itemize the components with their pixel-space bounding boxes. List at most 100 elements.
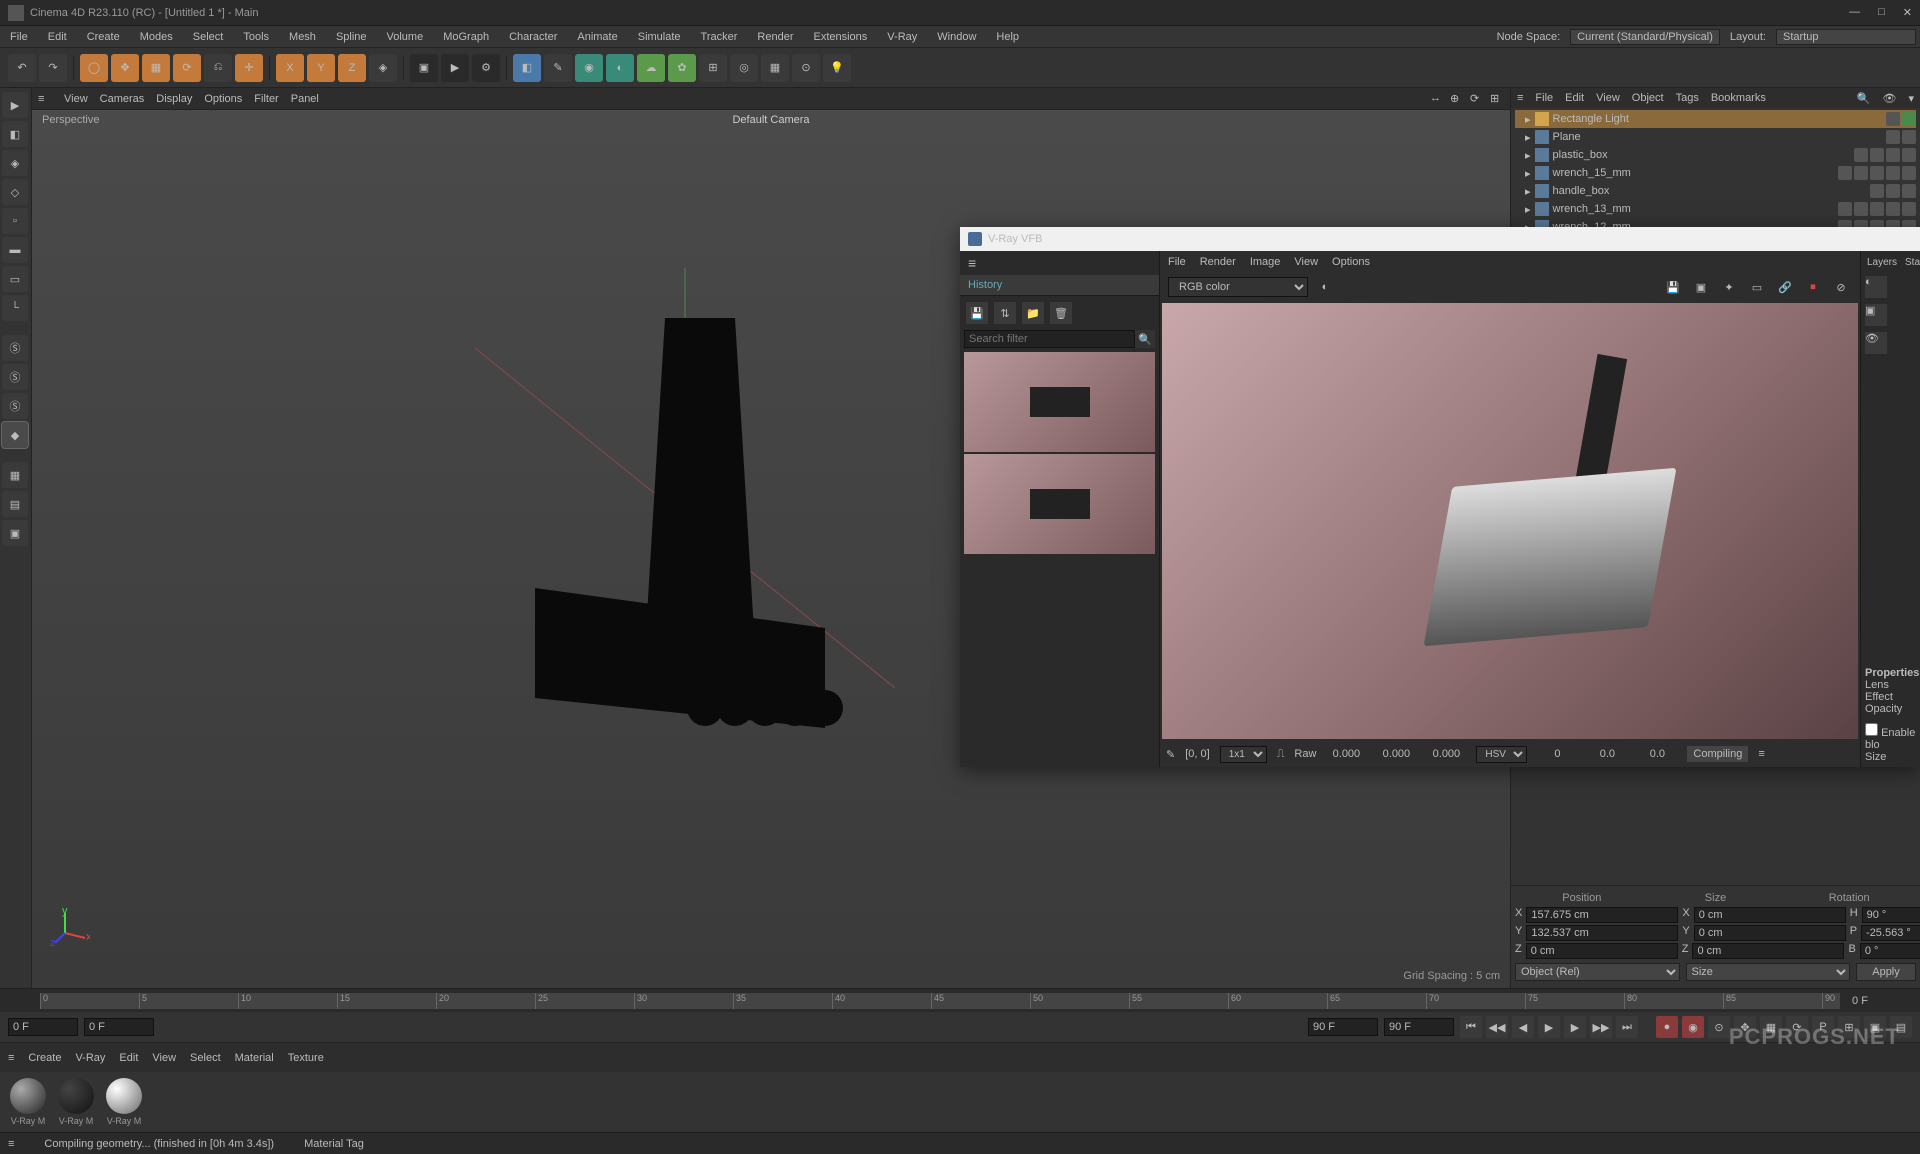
tag-icon[interactable] xyxy=(1886,202,1900,216)
workplane-snap-button[interactable]: ◆ xyxy=(2,422,28,448)
menu-file[interactable]: File xyxy=(0,31,38,43)
mat-view[interactable]: View xyxy=(152,1052,176,1064)
objmgr-filter-icon[interactable]: ▾ xyxy=(1908,92,1914,105)
viewport-hamburger-icon[interactable]: ≡ xyxy=(38,93,52,105)
vfb-layer-tool-1[interactable]: ◐ xyxy=(1865,276,1887,298)
bulb-button[interactable]: 💡 xyxy=(823,54,851,82)
pos-z-input[interactable] xyxy=(1526,943,1678,959)
snap-enable-button[interactable]: Ⓢ xyxy=(2,335,28,361)
vp-menu-panel[interactable]: Panel xyxy=(291,93,319,105)
poly-mode-button[interactable]: ▭ xyxy=(2,266,28,292)
menu-create[interactable]: Create xyxy=(77,31,130,43)
tag-icon[interactable] xyxy=(1886,112,1900,126)
tag-icon[interactable] xyxy=(1854,202,1868,216)
tag-icon[interactable] xyxy=(1870,166,1884,180)
tag-icon[interactable] xyxy=(1886,166,1900,180)
vfb-hsv-select[interactable]: HSV xyxy=(1476,746,1527,763)
render-region-button[interactable]: ▶ xyxy=(441,54,469,82)
menu-edit[interactable]: Edit xyxy=(38,31,77,43)
vfb-layers-tab[interactable]: Layers xyxy=(1865,255,1899,270)
vp-nav-4-icon[interactable]: ⊞ xyxy=(1490,92,1504,106)
menu-tools[interactable]: Tools xyxy=(233,31,279,43)
tag-icon[interactable] xyxy=(1902,112,1916,126)
vfb-layer-tool-3[interactable]: 👁 xyxy=(1865,332,1887,354)
mat-vray[interactable]: V-Ray xyxy=(75,1052,105,1064)
move-tool[interactable]: ✥ xyxy=(111,54,139,82)
solo-button[interactable]: ▤ xyxy=(2,491,28,517)
tag-icon[interactable] xyxy=(1854,166,1868,180)
objmgr-list[interactable]: ▸ Rectangle Light ▸ Plane ▸ plastic_box … xyxy=(1511,108,1920,238)
next-key-button[interactable]: ▶▶ xyxy=(1590,1016,1612,1038)
rot-h-input[interactable] xyxy=(1862,907,1920,923)
frame-preview-start-input[interactable] xyxy=(84,1018,154,1036)
vp-menu-display[interactable]: Display xyxy=(156,93,192,105)
mat-texture[interactable]: Texture xyxy=(288,1052,324,1064)
vfb-curve-icon[interactable]: ⎍ xyxy=(1277,748,1285,761)
vfb-region-icon[interactable]: ✦ xyxy=(1718,276,1740,298)
frame-end-input[interactable] xyxy=(1384,1018,1454,1036)
snap-button[interactable]: ⊙ xyxy=(792,54,820,82)
menu-simulate[interactable]: Simulate xyxy=(628,31,691,43)
vfb-link-icon[interactable]: 🔗 xyxy=(1774,276,1796,298)
tag-icon[interactable] xyxy=(1886,148,1900,162)
material-thumb[interactable]: V-Ray M xyxy=(8,1078,48,1126)
vfb-history-tab[interactable]: History xyxy=(960,275,1159,296)
vfb-picker-icon[interactable]: ✎ xyxy=(1166,748,1175,761)
coord-apply-button[interactable]: Apply xyxy=(1856,963,1916,981)
tag-icon[interactable] xyxy=(1870,148,1884,162)
vp-nav-3-icon[interactable]: ⟳ xyxy=(1470,92,1484,106)
tag-icon[interactable] xyxy=(1854,148,1868,162)
tag-button[interactable]: ◎ xyxy=(730,54,758,82)
vfb-bucket-icon[interactable]: ▣ xyxy=(1690,276,1712,298)
menu-extensions[interactable]: Extensions xyxy=(803,31,877,43)
camera-button[interactable]: ✿ xyxy=(668,54,696,82)
snap-2-button[interactable]: Ⓢ xyxy=(2,364,28,390)
axis-tool[interactable]: ✛ xyxy=(235,54,263,82)
play-button[interactable]: ▶ xyxy=(1538,1016,1560,1038)
vfb-history-thumb[interactable] xyxy=(964,352,1155,452)
vfb-enable-checkbox[interactable] xyxy=(1865,723,1878,736)
status-hamburger-icon[interactable]: ≡ xyxy=(8,1138,14,1150)
obj-row[interactable]: ▸ wrench_15_mm xyxy=(1515,164,1916,182)
tag-icon[interactable] xyxy=(1870,184,1884,198)
render-view-button[interactable]: ▣ xyxy=(410,54,438,82)
size-z-input[interactable] xyxy=(1692,943,1844,959)
menu-spline[interactable]: Spline xyxy=(326,31,377,43)
material-manager[interactable]: V-Ray M V-Ray M V-Ray M xyxy=(0,1072,1920,1132)
vfb-render-view[interactable] xyxy=(1162,303,1858,739)
vp-menu-cameras[interactable]: Cameras xyxy=(100,93,145,105)
deformer-button[interactable]: ◐ xyxy=(606,54,634,82)
key-options-button[interactable]: ⊙ xyxy=(1708,1016,1730,1038)
menu-mesh[interactable]: Mesh xyxy=(279,31,326,43)
obj-row[interactable]: ▸ handle_box xyxy=(1515,182,1916,200)
select-tool[interactable]: ◯ xyxy=(80,54,108,82)
recent-tool[interactable]: ⎌ xyxy=(204,54,232,82)
vp-menu-options[interactable]: Options xyxy=(204,93,242,105)
objmgr-edit[interactable]: Edit xyxy=(1565,92,1584,104)
mat-create[interactable]: Create xyxy=(28,1052,61,1064)
vfb-menu-icon[interactable]: ≡ xyxy=(1758,748,1764,760)
mat-select[interactable]: Select xyxy=(190,1052,221,1064)
objmgr-view[interactable]: View xyxy=(1596,92,1620,104)
workplane-button[interactable]: ◇ xyxy=(2,179,28,205)
objmgr-eye-icon[interactable]: 👁 xyxy=(1883,92,1897,105)
vfb-clear-icon[interactable]: ⊘ xyxy=(1830,276,1852,298)
vp-nav-1-icon[interactable]: ↔ xyxy=(1430,92,1444,106)
spline-pen-button[interactable]: ✎ xyxy=(544,54,572,82)
vfb-menu-render[interactable]: Render xyxy=(1200,256,1236,268)
axis-mode-button[interactable]: └ xyxy=(2,295,28,321)
tag-icon[interactable] xyxy=(1870,202,1884,216)
rotate-tool[interactable]: ⟳ xyxy=(173,54,201,82)
vfb-save-icon[interactable]: 💾 xyxy=(966,302,988,324)
size-x-input[interactable] xyxy=(1694,907,1846,923)
misc-button[interactable]: ▣ xyxy=(2,520,28,546)
x-axis-lock[interactable]: X xyxy=(276,54,304,82)
objmgr-tags[interactable]: Tags xyxy=(1676,92,1699,104)
tag-icon[interactable] xyxy=(1838,202,1852,216)
layout-select[interactable]: Startup xyxy=(1776,29,1916,45)
autokey-button[interactable]: ◉ xyxy=(1682,1016,1704,1038)
edge-mode-button[interactable]: ▬ xyxy=(2,237,28,263)
coord-size-select[interactable]: Size xyxy=(1686,963,1851,981)
vfb-sphere-icon[interactable]: ◐ xyxy=(1314,276,1336,298)
vfb-history-thumb[interactable] xyxy=(964,454,1155,554)
